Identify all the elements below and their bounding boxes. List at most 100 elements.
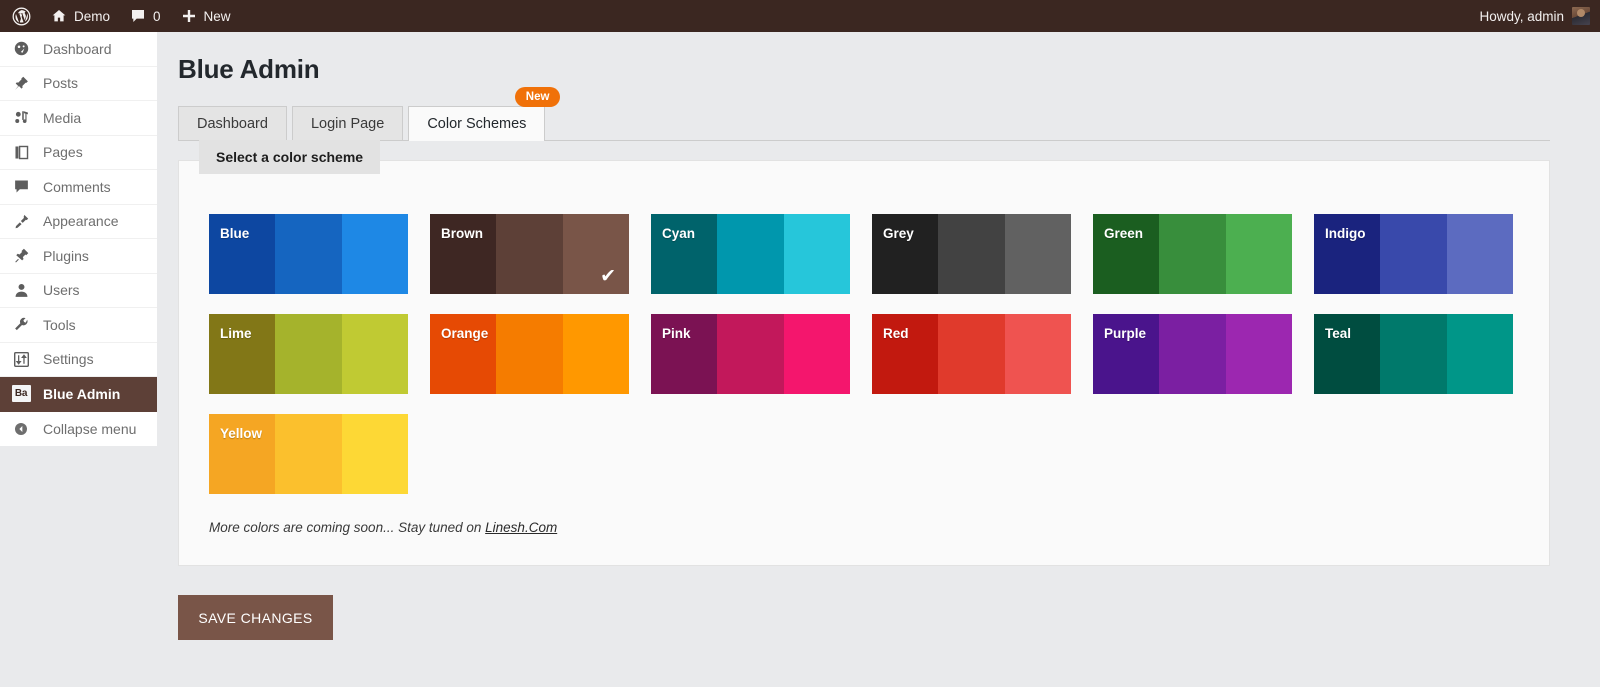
color-band-2 [1159, 314, 1226, 394]
color-band-2 [1380, 214, 1447, 294]
color-scheme-red[interactable]: Red [872, 314, 1071, 394]
tab-login-page[interactable]: Login Page [291, 106, 404, 140]
color-band-1 [430, 314, 497, 394]
sidebar-item-blue-admin[interactable]: Ba Blue Admin [0, 377, 157, 412]
wrench-icon [11, 316, 31, 333]
sidebar-item-label: Plugins [43, 247, 89, 264]
sidebar-item-label: Appearance [43, 213, 119, 230]
color-scheme-lime[interactable]: Lime [209, 314, 408, 394]
sidebar-item-pages[interactable]: Pages [0, 135, 157, 170]
color-band-2 [1159, 214, 1226, 294]
color-band-1 [651, 214, 718, 294]
color-scheme-green[interactable]: Green [1093, 214, 1292, 294]
panel-footnote: More colors are coming soon... Stay tune… [209, 520, 1549, 535]
color-band-2 [938, 314, 1005, 394]
color-band-2 [1380, 314, 1447, 394]
color-band-1 [209, 414, 276, 494]
panel-heading: Select a color scheme [199, 140, 381, 174]
sidebar-item-posts[interactable]: Posts [0, 66, 157, 101]
sidebar-item-comments[interactable]: Comments [0, 170, 157, 205]
sidebar-item-plugins[interactable]: Plugins [0, 239, 157, 274]
dashboard-icon [11, 40, 31, 57]
howdy-label: Howdy, admin [1479, 8, 1564, 24]
color-band-1 [1314, 314, 1381, 394]
color-band-1 [209, 314, 276, 394]
brush-icon [11, 213, 31, 230]
color-band-3 [1225, 314, 1292, 394]
site-name-button[interactable]: Demo [41, 0, 120, 32]
collapse-arrow-icon [11, 421, 31, 437]
color-band-1 [1093, 314, 1160, 394]
comments-count: 0 [153, 8, 161, 24]
color-band-1 [430, 214, 497, 294]
color-band-2 [938, 214, 1005, 294]
color-band-1 [1093, 214, 1160, 294]
media-icon [11, 109, 31, 126]
color-band-3 [562, 314, 629, 394]
sidebar-item-label: Settings [43, 351, 94, 368]
color-scheme-brown[interactable]: Brown ✔ [430, 214, 629, 294]
color-band-2 [275, 314, 342, 394]
collapse-menu-label: Collapse menu [43, 420, 137, 437]
linesh-link[interactable]: Linesh.Com [485, 520, 557, 535]
color-band-2 [717, 214, 784, 294]
sidebar-item-settings[interactable]: Settings [0, 342, 157, 377]
color-band-3 [562, 214, 629, 294]
page-title: Blue Admin [178, 54, 320, 84]
save-changes-button[interactable]: SAVE CHANGES [178, 595, 333, 640]
footnote-text: More colors are coming soon... Stay tune… [209, 520, 486, 535]
color-band-3 [341, 414, 408, 494]
color-scheme-teal[interactable]: Teal [1314, 314, 1513, 394]
sidebar-item-label: Media [43, 109, 82, 126]
color-band-3 [1004, 314, 1071, 394]
sliders-icon [11, 351, 31, 368]
new-content-label: New [203, 8, 231, 24]
wordpress-logo-button[interactable] [0, 0, 41, 32]
tab-label: Dashboard [197, 115, 268, 132]
comment-icon [11, 178, 31, 195]
ba-badge-text: Ba [11, 385, 31, 403]
color-band-2 [496, 214, 563, 294]
color-band-2 [275, 414, 342, 494]
color-band-2 [275, 214, 342, 294]
sidebar-item-appearance[interactable]: Appearance [0, 204, 157, 239]
color-scheme-panel: Blue Brown ✔ Cyan Grey Green Indigo Lime Orange P… [178, 160, 1550, 566]
admin-bar: Demo 0 New Howdy, admin [0, 0, 1600, 32]
admin-sidebar: Dashboard Posts Media Pages Comments Appearan… [0, 32, 157, 446]
color-scheme-blue[interactable]: Blue [209, 214, 408, 294]
home-icon [51, 8, 67, 24]
new-content-button[interactable]: New [171, 0, 241, 32]
color-scheme-pink[interactable]: Pink [651, 314, 850, 394]
sidebar-item-dashboard[interactable]: Dashboard [0, 32, 157, 67]
tab-dashboard[interactable]: Dashboard [178, 106, 287, 140]
color-scheme-cyan[interactable]: Cyan [651, 214, 850, 294]
tab-label: Login Page [310, 115, 385, 132]
sidebar-item-label: Tools [43, 316, 76, 333]
sidebar-item-tools[interactable]: Tools [0, 308, 157, 343]
main-content: Blue Admin Dashboard Login Page Color Sche… [157, 32, 1600, 687]
color-band-1 [872, 314, 939, 394]
color-band-3 [1446, 314, 1513, 394]
pages-icon [11, 144, 31, 161]
comments-button[interactable]: 0 [120, 0, 171, 32]
color-band-1 [209, 214, 276, 294]
sidebar-item-label: Blue Admin [43, 385, 121, 402]
color-band-2 [496, 314, 563, 394]
color-scheme-indigo[interactable]: Indigo [1314, 214, 1513, 294]
avatar [1572, 7, 1590, 25]
collapse-menu-button[interactable]: Collapse menu [0, 411, 157, 446]
sidebar-item-media[interactable]: Media [0, 101, 157, 136]
color-scheme-yellow[interactable]: Yellow [209, 414, 408, 494]
color-band-1 [1314, 214, 1381, 294]
color-scheme-grey[interactable]: Grey [872, 214, 1071, 294]
color-scheme-purple[interactable]: Purple [1093, 314, 1292, 394]
sidebar-item-users[interactable]: Users [0, 273, 157, 308]
color-band-3 [783, 314, 850, 394]
account-menu[interactable]: Howdy, admin [1479, 7, 1600, 25]
tab-color-schemes[interactable]: Color Schemes New [408, 87, 561, 141]
color-band-3 [1446, 214, 1513, 294]
color-band-3 [1225, 214, 1292, 294]
sidebar-item-label: Pages [43, 144, 83, 161]
new-badge: New [514, 87, 561, 108]
color-scheme-orange[interactable]: Orange [430, 314, 629, 394]
